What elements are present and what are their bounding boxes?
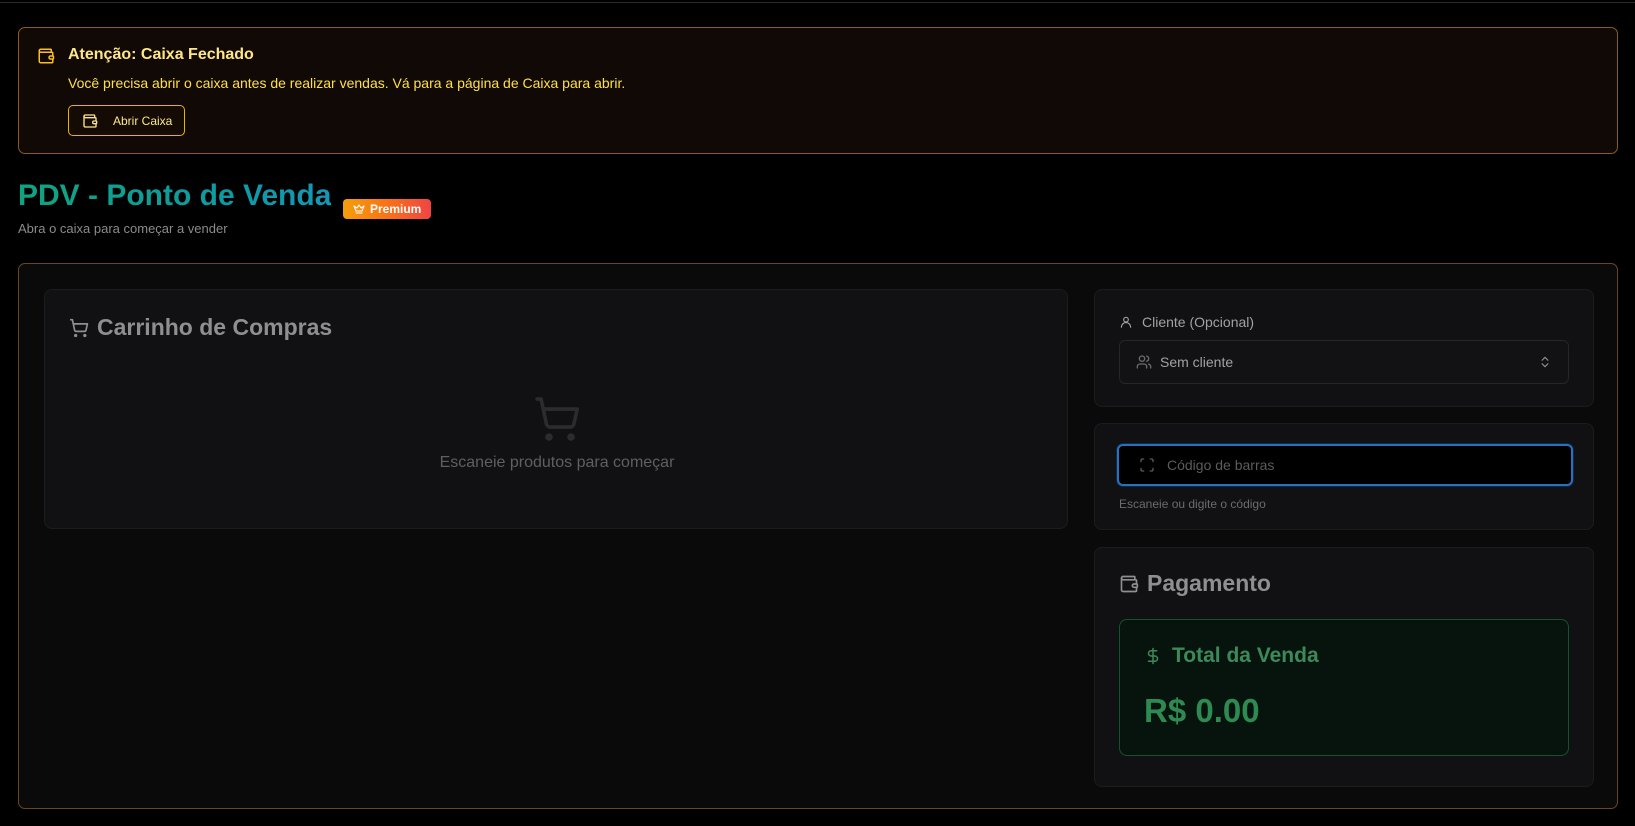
wallet-icon <box>1120 575 1139 592</box>
empty-cart-icon <box>535 397 579 441</box>
wallet-icon <box>83 113 98 128</box>
open-cash-button-label: Abrir Caixa <box>113 113 173 128</box>
premium-badge-label: Premium <box>370 202 422 216</box>
barcode-field[interactable] <box>1117 444 1573 486</box>
crown-icon <box>353 204 365 214</box>
page-title: PDV - Ponto de Venda <box>18 179 332 212</box>
cart-title-text: Carrinho de Compras <box>97 314 333 340</box>
alert-title: Atenção: Caixa Fechado <box>68 46 254 63</box>
client-card: Cliente (Opcional) Sem cliente <box>1094 289 1594 407</box>
chevrons-up-down-icon <box>1541 356 1549 368</box>
barcode-card: Escaneie ou digite o código <box>1094 423 1594 530</box>
client-label-text: Cliente (Opcional) <box>1142 314 1255 330</box>
user-icon <box>1120 316 1132 328</box>
client-select-value: Sem cliente <box>1160 354 1234 370</box>
page-subtitle: Abra o caixa para começar a vender <box>18 221 228 236</box>
premium-badge: Premium <box>343 199 431 219</box>
pos-main-panel: Carrinho de Compras Escaneie produtos pa… <box>18 263 1618 809</box>
cart-title: Carrinho de Compras <box>69 314 332 341</box>
top-divider <box>0 2 1635 3</box>
users-icon <box>1136 355 1152 369</box>
sale-total-box: Total da Venda R$ 0.00 <box>1119 619 1569 756</box>
dollar-sign-icon <box>1147 647 1159 665</box>
sale-total-label-text: Total da Venda <box>1172 644 1319 667</box>
cash-closed-alert: Atenção: Caixa Fechado Você precisa abri… <box>18 27 1618 154</box>
sale-total-value: R$ 0.00 <box>1144 692 1260 729</box>
shopping-cart-icon <box>69 318 89 337</box>
cart-card: Carrinho de Compras Escaneie produtos pa… <box>44 289 1068 529</box>
alert-message: Você precisa abrir o caixa antes de real… <box>68 75 626 91</box>
payment-card: Pagamento Total da Venda R$ 0.00 <box>1094 547 1594 787</box>
client-label: Cliente (Opcional) <box>1119 314 1254 330</box>
payment-title: Pagamento <box>1119 570 1271 597</box>
scan-icon <box>1140 458 1154 472</box>
wallet-icon <box>38 48 55 64</box>
sale-total-label: Total da Venda <box>1144 644 1319 668</box>
barcode-input[interactable] <box>1167 450 1567 480</box>
barcode-hint: Escaneie ou digite o código <box>1119 497 1266 511</box>
cart-empty-text: Escaneie produtos para começar <box>439 454 675 471</box>
client-select[interactable]: Sem cliente <box>1119 340 1569 384</box>
payment-title-text: Pagamento <box>1147 570 1271 596</box>
open-cash-button[interactable]: Abrir Caixa <box>68 105 185 136</box>
